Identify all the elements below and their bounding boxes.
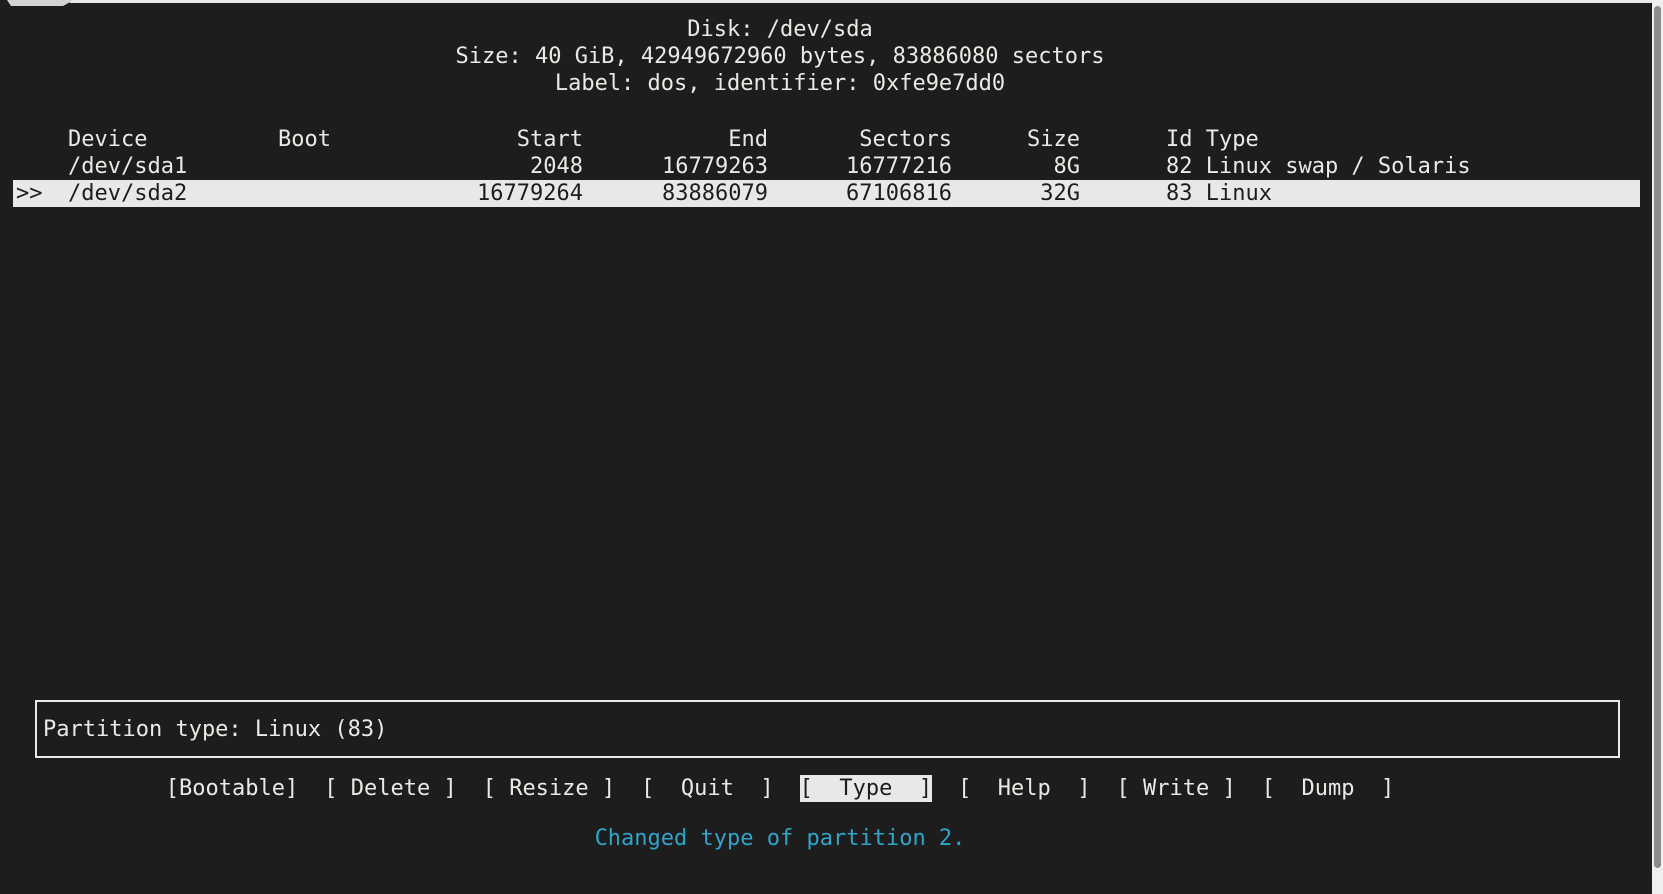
menu-item-resize[interactable]: [ Resize ] xyxy=(483,775,615,802)
menu-item-quit[interactable]: [ Quit ] xyxy=(641,775,773,802)
header-id-type: Id Type xyxy=(1166,126,1259,153)
cell-sectors: 67106816 xyxy=(762,180,952,207)
table-header-row: Device Boot Start End Sectors Size Id Ty… xyxy=(0,126,1663,153)
menu-item-write[interactable]: [ Write ] xyxy=(1117,775,1236,802)
header-end: End xyxy=(578,126,768,153)
partition-type-text: Partition type: Linux (83) xyxy=(43,716,387,743)
menu-item-bootable[interactable]: [Bootable] xyxy=(166,775,298,802)
disk-info: Disk: /dev/sda Size: 40 GiB, 42949672960… xyxy=(0,16,1560,97)
cell-start: 2048 xyxy=(393,153,583,180)
background-tab-remnant xyxy=(7,0,74,6)
cell-start: 16779264 xyxy=(393,180,583,207)
cell-device: /dev/sda2 xyxy=(68,180,187,207)
header-device: Device xyxy=(68,126,147,153)
partition-type-dialog: Partition type: Linux (83) xyxy=(35,700,1620,758)
browser-top-edge xyxy=(70,0,1652,3)
cell-end: 16779263 xyxy=(578,153,768,180)
cell-id_type: 83 Linux xyxy=(1166,180,1272,207)
menu-item-help[interactable]: [ Help ] xyxy=(958,775,1090,802)
cell-marker: >> xyxy=(16,180,43,207)
header-boot: Boot xyxy=(278,126,331,153)
disk-label-line: Label: dos, identifier: 0xfe9e7dd0 xyxy=(0,70,1560,97)
table-row[interactable]: /dev/sda1 204816779263167772168G 82 Linux … xyxy=(0,153,1663,180)
menu-item-delete[interactable]: [ Delete ] xyxy=(324,775,456,802)
cell-device: /dev/sda1 xyxy=(68,153,187,180)
cell-sectors: 16777216 xyxy=(762,153,952,180)
screen: Disk: /dev/sda Size: 40 GiB, 42949672960… xyxy=(0,0,1663,894)
cell-size: 32G xyxy=(940,180,1080,207)
header-start: Start xyxy=(393,126,583,153)
header-size: Size xyxy=(940,126,1080,153)
cell-id_type: 82 Linux swap / Solaris xyxy=(1166,153,1471,180)
terminal-window: Disk: /dev/sda Size: 40 GiB, 42949672960… xyxy=(0,0,1652,894)
table-row[interactable]: >> /dev/sda2 16779264838860796710681632G 83… xyxy=(0,180,1663,207)
cell-size: 8G xyxy=(940,153,1080,180)
status-message: Changed type of partition 2. xyxy=(0,825,1560,852)
disk-name-line: Disk: /dev/sda xyxy=(0,16,1560,43)
disk-size-line: Size: 40 GiB, 42949672960 bytes, 8388608… xyxy=(0,43,1560,70)
scrollbar-thumb[interactable] xyxy=(1654,6,1661,868)
cell-end: 83886079 xyxy=(578,180,768,207)
menu-item-dump[interactable]: [ Dump ] xyxy=(1262,775,1394,802)
menu-item-type[interactable]: [ Type ] xyxy=(800,775,932,802)
header-sectors: Sectors xyxy=(762,126,952,153)
menu-bar: [Bootable] [ Delete ] [ Resize ] [ Quit ] [ … xyxy=(0,775,1560,802)
